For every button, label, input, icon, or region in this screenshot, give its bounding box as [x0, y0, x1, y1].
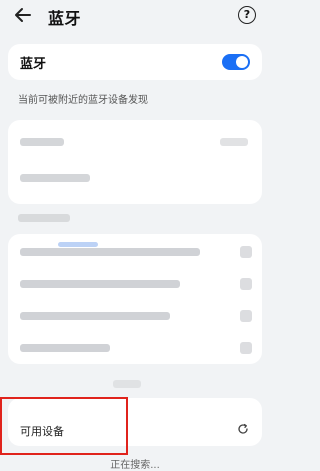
visibility-hint: 当前可被附近的蓝牙设备发现: [18, 95, 148, 106]
blurred-section-header: [18, 214, 70, 222]
refresh-icon[interactable]: [236, 422, 250, 436]
highlight-box: [0, 397, 128, 455]
blurred-accent: [58, 242, 98, 247]
device-settings-icon[interactable]: [240, 342, 252, 354]
device-row[interactable]: [8, 236, 262, 268]
blurred-device-name: [20, 248, 200, 256]
blurred-device-name[interactable]: [20, 174, 90, 182]
device-settings-icon[interactable]: [240, 246, 252, 258]
page-title: 蓝牙: [48, 9, 82, 28]
help-icon[interactable]: ?: [238, 6, 256, 24]
bluetooth-toggle-row[interactable]: 蓝牙: [8, 44, 262, 80]
blurred-text: [113, 380, 141, 388]
blurred-device-name: [20, 280, 180, 288]
paired-devices-card: [8, 120, 262, 204]
bluetooth-label: 蓝牙: [20, 57, 47, 72]
back-arrow-icon[interactable]: [12, 4, 34, 26]
blurred-device-name: [20, 312, 170, 320]
device-row[interactable]: [8, 268, 262, 300]
device-list-card: [8, 234, 262, 364]
device-row[interactable]: [8, 332, 262, 364]
device-settings-icon[interactable]: [240, 278, 252, 290]
blurred-device-name: [20, 344, 110, 352]
blurred-device-name[interactable]: [20, 138, 64, 146]
top-bar: 蓝牙 ?: [0, 0, 270, 32]
bluetooth-toggle[interactable]: [222, 54, 250, 70]
search-status: 正在搜索...: [110, 460, 160, 471]
device-settings-icon[interactable]: [240, 310, 252, 322]
device-row[interactable]: [8, 300, 262, 332]
blurred-device-detail: [220, 138, 248, 146]
